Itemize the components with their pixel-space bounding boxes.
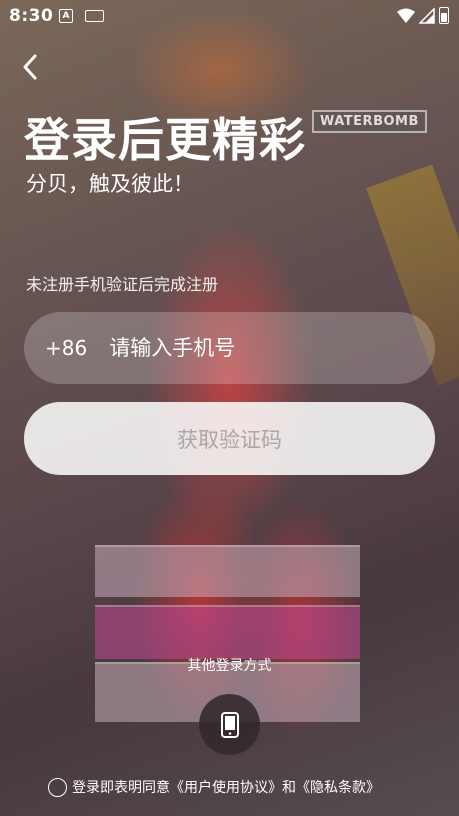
login-screen: 8:30 A WATERBOMB 登录后更精彩 分贝，触及彼此！ 未注册手机验证… [0,0,459,816]
agreement-row: 登录即表明同意 《用户使用协议》 和 《隐私条款》 [48,777,380,797]
country-code[interactable]: +86 [45,336,87,360]
agreement-checkbox[interactable] [48,777,67,797]
status-icons [397,7,449,24]
agreement-prefix: 登录即表明同意 [72,780,170,796]
chevron-left-icon [23,54,37,80]
mobile-phone-icon [220,711,239,738]
back-button[interactable] [16,52,44,82]
phone-login-button[interactable] [199,694,260,755]
page-title: 登录后更精彩 [24,113,306,167]
privacy-policy-link[interactable]: 《隐私条款》 [296,777,380,797]
phone-input[interactable] [107,327,435,369]
wifi-icon [397,8,415,23]
signal-icon [419,7,435,24]
get-code-button[interactable]: 获取验证码 [24,402,435,475]
keyboard-icon [85,10,104,22]
page-subtitle: 分贝，触及彼此！ [26,172,194,196]
status-bar: 8:30 A [0,0,459,32]
status-time: 8:30 [9,6,54,26]
phone-field[interactable]: +86 [24,312,435,384]
battery-icon [439,7,449,24]
agreement-conjunction: 和 [282,780,296,796]
register-hint: 未注册手机验证后完成注册 [26,275,219,294]
other-login-label: 其他登录方式 [187,658,272,674]
app-notification-icon: A [59,9,73,23]
background-watermark-sign: WATERBOMB [312,110,427,133]
user-agreement-link[interactable]: 《用户使用协议》 [170,777,282,797]
